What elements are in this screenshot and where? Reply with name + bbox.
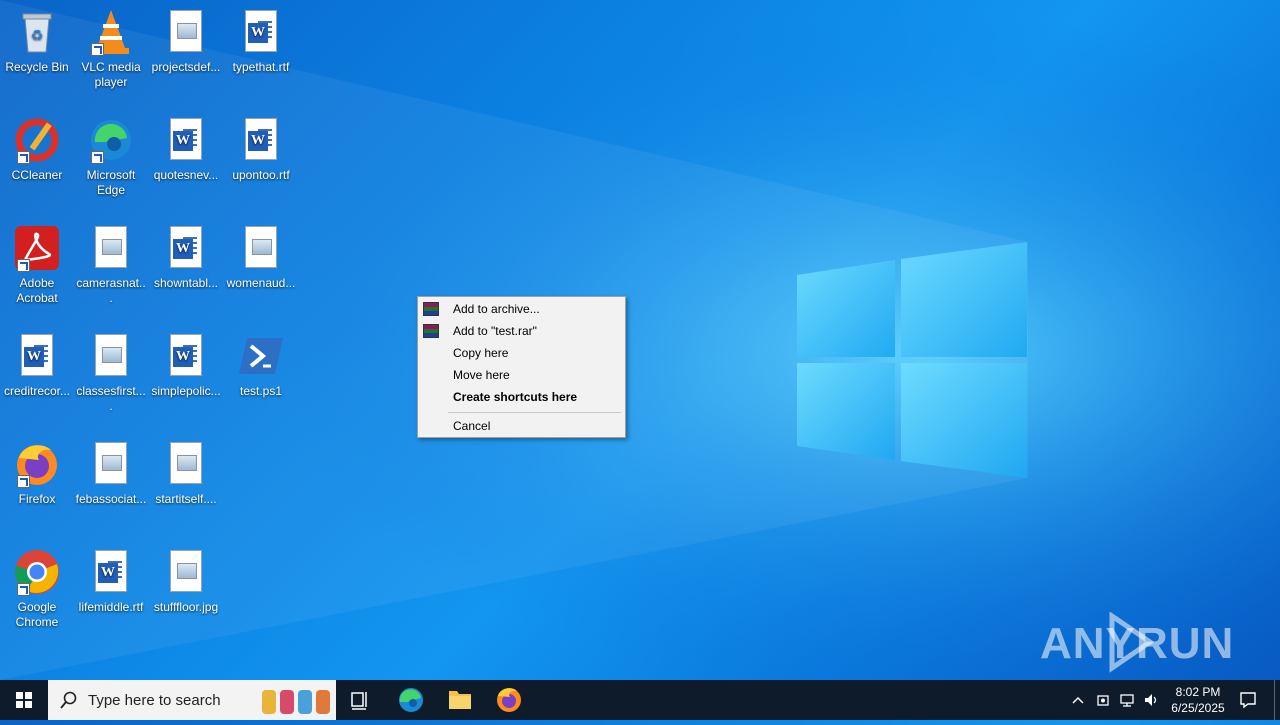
desktop-icon-stufffloor[interactable]: stufffloor.jpg — [150, 548, 222, 615]
windows-logo-icon — [16, 692, 32, 708]
desktop-icon-typethat[interactable]: W typethat.rtf — [225, 8, 297, 75]
notifications-icon[interactable] — [1238, 690, 1258, 710]
word-doc-icon: W — [162, 224, 210, 272]
shortcut-arrow-icon — [17, 475, 30, 488]
menu-item-create-shortcuts-here[interactable]: Create shortcuts here — [419, 386, 624, 408]
task-view-button[interactable] — [336, 680, 384, 720]
image-file-icon — [87, 332, 135, 380]
taskbar-search-box[interactable]: Type here to search — [48, 680, 336, 720]
shortcut-arrow-icon — [91, 43, 104, 56]
context-menu: Add to archive... Add to "test.rar" Copy… — [417, 296, 626, 438]
image-file-icon — [162, 8, 210, 56]
image-file-icon — [237, 224, 285, 272]
desktop-icon-febassociat[interactable]: febassociat... — [75, 440, 147, 507]
word-doc-icon: W — [237, 8, 285, 56]
word-doc-icon: W — [162, 116, 210, 164]
winrar-icon — [423, 324, 439, 338]
image-file-icon — [87, 440, 135, 488]
desktop-icon-upontoo[interactable]: W upontoo.rtf — [225, 116, 297, 183]
desktop-icon-recycle-bin[interactable]: ♻ Recycle Bin — [1, 8, 73, 75]
word-doc-icon: W — [237, 116, 285, 164]
taskbar-firefox-button[interactable] — [485, 680, 533, 720]
security-icon[interactable] — [1095, 692, 1111, 708]
desktop-icon-chrome[interactable]: Google Chrome — [1, 548, 73, 630]
taskbar: Type here to search 8:02 PM 6/25/2025 — [0, 680, 1280, 720]
word-doc-icon: W — [87, 548, 135, 596]
desktop-icon-test-ps1[interactable]: test.ps1 — [225, 332, 297, 399]
chevron-up-icon[interactable] — [1070, 692, 1086, 708]
firefox-icon — [497, 688, 521, 712]
shortcut-arrow-icon — [91, 151, 104, 164]
svg-text:RUN: RUN — [1136, 619, 1232, 668]
desktop-icon-projectsdef[interactable]: projectsdef... — [150, 8, 222, 75]
image-file-icon — [162, 548, 210, 596]
system-clock[interactable]: 8:02 PM 6/25/2025 — [1164, 684, 1232, 716]
menu-item-add-to-archive[interactable]: Add to archive... — [419, 298, 624, 320]
shortcut-arrow-icon — [17, 583, 30, 596]
edge-icon — [87, 116, 135, 164]
desktop-icon-classesfirst[interactable]: classesfirst.... — [75, 332, 147, 414]
desktop-icon-ccleaner[interactable]: CCleaner — [1, 116, 73, 183]
task-view-icon — [351, 692, 367, 710]
clock-date: 6/25/2025 — [1171, 701, 1225, 715]
desktop-icon-firefox[interactable]: Firefox — [1, 440, 73, 507]
shortcut-arrow-icon — [17, 151, 30, 164]
desktop-icon-creditrecor[interactable]: W creditrecor... — [1, 332, 73, 399]
search-highlight-icon — [262, 690, 330, 714]
word-doc-icon: W — [162, 332, 210, 380]
start-button[interactable] — [0, 680, 48, 720]
desktop-icon-acrobat[interactable]: Adobe Acrobat — [1, 224, 73, 306]
recycle-bin-icon: ♻ — [13, 8, 61, 56]
chrome-icon — [13, 548, 61, 596]
menu-item-cancel[interactable]: Cancel — [419, 415, 624, 437]
menu-item-add-to-test-rar[interactable]: Add to "test.rar" — [419, 320, 624, 342]
desktop-icon-womenaud[interactable]: womenaud... — [225, 224, 297, 291]
desktop-icon-quotesnev[interactable]: W quotesnev... — [150, 116, 222, 183]
desktop-icon-simplepolic[interactable]: W simplepolic... — [150, 332, 222, 399]
network-icon[interactable] — [1119, 692, 1135, 708]
firefox-icon — [13, 440, 61, 488]
menu-item-move-here[interactable]: Move here — [419, 364, 624, 386]
taskbar-file-explorer-button[interactable] — [436, 680, 484, 720]
vlc-icon — [87, 8, 135, 56]
powershell-icon — [237, 332, 285, 380]
desktop-icon-camerasnat[interactable]: camerasnat... — [75, 224, 147, 306]
desktop-icon-lifemiddle[interactable]: W lifemiddle.rtf — [75, 548, 147, 615]
search-icon — [60, 691, 77, 709]
edge-icon — [399, 688, 423, 712]
desktop-icon-vlc[interactable]: VLC media player — [75, 8, 147, 90]
menu-separator — [448, 412, 621, 413]
clock-time: 8:02 PM — [1175, 685, 1221, 699]
image-file-icon — [162, 440, 210, 488]
anyrun-watermark: ANY RUN — [1040, 611, 1233, 685]
svg-text:♻: ♻ — [31, 28, 44, 44]
desktop-icon-edge[interactable]: Microsoft Edge — [75, 116, 147, 198]
show-desktop-divider[interactable] — [1274, 680, 1275, 720]
word-doc-icon: W — [13, 332, 61, 380]
ccleaner-icon — [13, 116, 61, 164]
volume-icon[interactable] — [1143, 692, 1159, 708]
desktop-icon-startitself[interactable]: startitself.... — [150, 440, 222, 507]
desktop-icon-showntabl[interactable]: W showntabl... — [150, 224, 222, 291]
image-file-icon — [87, 224, 135, 272]
shortcut-arrow-icon — [17, 259, 30, 272]
acrobat-icon — [13, 224, 61, 272]
search-placeholder: Type here to search — [88, 692, 221, 709]
menu-item-copy-here[interactable]: Copy here — [419, 342, 624, 364]
taskbar-edge-button[interactable] — [387, 680, 435, 720]
folder-icon — [449, 691, 471, 709]
winrar-icon — [423, 302, 439, 316]
